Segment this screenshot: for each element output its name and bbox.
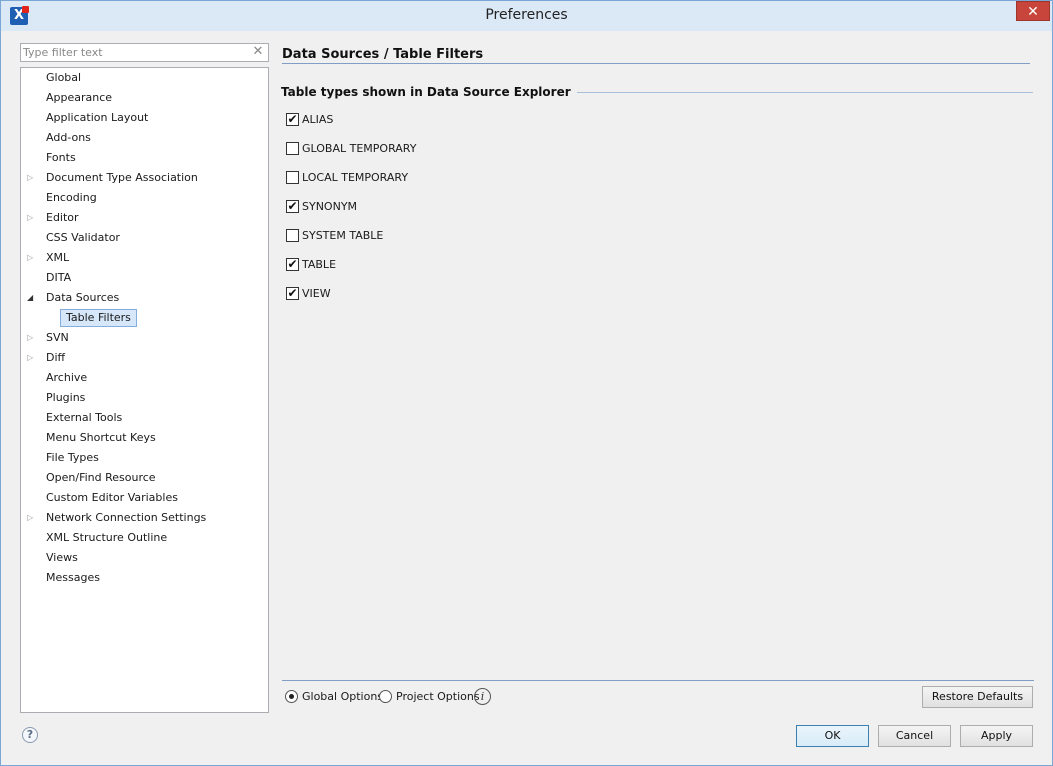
tree-item-label: Messages: [46, 571, 100, 584]
bottom-divider: [282, 680, 1034, 681]
tree-item-label: Diff: [46, 351, 66, 364]
collapsed-arrow-icon[interactable]: ▷: [27, 169, 37, 187]
tree-item-label: File Types: [46, 451, 99, 464]
tree-item-label: Document Type Association: [46, 171, 198, 184]
tree-item-label: Encoding: [46, 191, 97, 204]
tree-item-label: Custom Editor Variables: [46, 491, 178, 504]
apply-button[interactable]: Apply: [960, 725, 1033, 747]
checkbox[interactable]: ✔: [286, 113, 299, 126]
tree-item-label: Open/Find Resource: [46, 471, 156, 484]
checkbox-label[interactable]: ALIAS: [302, 112, 333, 128]
tree-item-label: Menu Shortcut Keys: [46, 431, 156, 444]
project-options-radio[interactable]: [379, 690, 392, 703]
restore-defaults-button[interactable]: Restore Defaults: [922, 686, 1033, 708]
title-divider: [282, 63, 1030, 64]
checkbox-label[interactable]: LOCAL TEMPORARY: [302, 170, 408, 186]
tree-item-label: Plugins: [46, 391, 86, 404]
preferences-window: X Preferences ✕ ✕ Global Appearance Applic…: [0, 0, 1053, 766]
title-bar[interactable]: X Preferences ✕: [1, 1, 1052, 31]
tree-item-label: XML Structure Outline: [46, 531, 168, 544]
checkbox-label[interactable]: GLOBAL TEMPORARY: [302, 141, 416, 157]
tree-item-label: Views: [46, 551, 78, 564]
checkbox[interactable]: [286, 142, 299, 155]
tree-item-label: DITA: [46, 271, 72, 284]
info-icon[interactable]: i: [474, 688, 491, 705]
window-title: Preferences: [485, 7, 568, 23]
tree-item-label: Table Filters: [60, 309, 137, 327]
tree-item-label: Editor: [46, 211, 79, 224]
tree-item-label: Appearance: [46, 91, 113, 104]
checkbox[interactable]: ✔: [286, 287, 299, 300]
close-window-button[interactable]: ✕: [1016, 1, 1050, 21]
clear-filter-icon[interactable]: ✕: [251, 45, 265, 59]
tree-item-label: External Tools: [46, 411, 123, 424]
checkbox[interactable]: [286, 171, 299, 184]
tree-item-label: Archive: [46, 371, 88, 384]
preferences-tree[interactable]: Global Appearance Application Layout Add-on…: [20, 67, 269, 713]
tree-item-label: Application Layout: [46, 111, 149, 124]
tree-item-label: Add-ons: [46, 131, 91, 144]
tree-item-label: Data Sources: [46, 291, 120, 304]
filter-field: ✕: [20, 43, 269, 62]
collapsed-arrow-icon[interactable]: ▷: [27, 209, 37, 227]
checkbox[interactable]: ✔: [286, 200, 299, 213]
tree-item-label: SVN: [46, 331, 69, 344]
collapsed-arrow-icon[interactable]: ▷: [27, 349, 37, 367]
checkbox-label[interactable]: VIEW: [302, 286, 331, 302]
checkbox-label[interactable]: TABLE: [302, 257, 336, 273]
expanded-arrow-icon[interactable]: ◢: [27, 289, 37, 307]
filter-input[interactable]: [21, 44, 248, 61]
group-title: Table types shown in Data Source Explore…: [281, 85, 577, 99]
checkbox[interactable]: ✔: [286, 258, 299, 271]
collapsed-arrow-icon[interactable]: ▷: [27, 329, 37, 347]
tree-item-label: CSS Validator: [46, 231, 120, 244]
global-options-label[interactable]: Global Options: [302, 689, 383, 705]
help-icon[interactable]: ?: [22, 727, 38, 743]
checkbox[interactable]: [286, 229, 299, 242]
cancel-button[interactable]: Cancel: [878, 725, 951, 747]
tree-item-label: Network Connection Settings: [46, 511, 207, 524]
collapsed-arrow-icon[interactable]: ▷: [27, 249, 37, 267]
tree-item-label: Global: [46, 71, 82, 84]
checkbox-label[interactable]: SYSTEM TABLE: [302, 228, 383, 244]
checkbox-label[interactable]: SYNONYM: [302, 199, 357, 215]
tree-item-label: XML: [46, 251, 70, 264]
global-options-radio[interactable]: [285, 690, 298, 703]
collapsed-arrow-icon[interactable]: ▷: [27, 509, 37, 527]
page-title: Data Sources / Table Filters: [282, 47, 484, 62]
tree-item-label: Fonts: [46, 151, 76, 164]
ok-button[interactable]: OK: [796, 725, 869, 747]
project-options-label[interactable]: Project Options: [396, 689, 480, 705]
close-icon: ✕: [1027, 4, 1039, 20]
